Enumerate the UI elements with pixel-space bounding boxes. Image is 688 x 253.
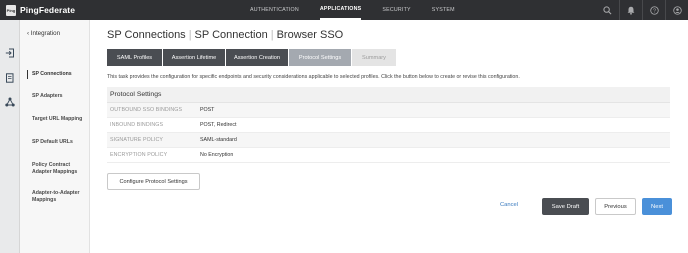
bell-icon[interactable] xyxy=(619,0,642,20)
sidebar-active-indicator xyxy=(27,70,29,79)
tab-saml-profiles[interactable]: SAML Profiles xyxy=(107,49,162,66)
network-icon[interactable] xyxy=(5,97,15,107)
breadcrumb-sp-connection[interactable]: SP Connection xyxy=(195,29,268,41)
app-name: PingFederate xyxy=(20,5,76,15)
table-title: Protocol Settings xyxy=(107,87,670,103)
breadcrumb-separator: | xyxy=(188,29,192,41)
tab-summary: Summary xyxy=(352,49,396,66)
sidebar-item-sp-default-urls[interactable]: SP Default URLs xyxy=(32,139,92,146)
row-value: SAML-standard xyxy=(200,137,237,143)
page-title: SP Connections | SP Connection | Browser SSO xyxy=(107,29,343,41)
sidebar-item-sp-connections[interactable]: SP Connections xyxy=(32,71,92,78)
table-row: OUTBOUND SSO BINDINGS POST xyxy=(107,103,670,118)
breadcrumb-separator: | xyxy=(270,29,274,41)
top-icons: ? xyxy=(596,0,688,20)
row-label: SIGNATURE POLICY xyxy=(110,137,164,143)
user-icon[interactable] xyxy=(665,0,688,20)
help-icon[interactable]: ? xyxy=(642,0,665,20)
row-value: No Encryption xyxy=(200,152,234,158)
login-icon[interactable] xyxy=(5,48,15,58)
main-content: SP Connections | SP Connection | Browser SSO… xyxy=(90,20,688,253)
nav-applications[interactable]: APPLICATIONS xyxy=(319,0,362,20)
row-label: ENCRYPTION POLICY xyxy=(110,152,168,158)
table-row: ENCRYPTION POLICY No Encryption xyxy=(107,148,670,163)
cancel-button[interactable]: Cancel xyxy=(500,202,518,208)
sidebar-item-policy-contract-adapter-mappings[interactable]: Policy Contract Adapter Mappings xyxy=(32,162,84,176)
next-button[interactable]: Next xyxy=(642,198,672,215)
sidebar-item-sp-adapters[interactable]: SP Adapters xyxy=(32,93,92,100)
main-nav: AUTHENTICATION APPLICATIONS SECURITY SYS… xyxy=(250,0,476,20)
table-row: SIGNATURE POLICY SAML-standard xyxy=(107,133,670,148)
protocol-settings-table: Protocol Settings OUTBOUND SSO BINDINGS … xyxy=(107,87,670,163)
ping-logo-mark: Ping xyxy=(6,4,16,16)
tab-assertion-lifetime[interactable]: Assertion Lifetime xyxy=(163,49,225,66)
file-icon[interactable] xyxy=(5,73,15,83)
save-draft-button[interactable]: Save Draft xyxy=(542,198,589,215)
svg-text:?: ? xyxy=(653,8,656,14)
task-description: This task provides the configuration for… xyxy=(107,74,520,80)
row-value: POST, Redirect xyxy=(200,122,237,128)
row-value: POST xyxy=(200,107,215,113)
breadcrumb-sp-connections[interactable]: SP Connections xyxy=(107,29,186,41)
sidebar-back-label: Integration xyxy=(30,30,61,37)
tab-assertion-creation[interactable]: Assertion Creation xyxy=(226,49,288,66)
icon-rail xyxy=(0,20,20,253)
sidebar-item-adapter-to-adapter-mappings[interactable]: Adapter-to-Adapter Mappings xyxy=(32,190,87,204)
nav-authentication[interactable]: AUTHENTICATION xyxy=(250,0,299,20)
tab-protocol-settings[interactable]: Protocol Settings xyxy=(289,49,351,66)
wizard-tabs: SAML Profiles Assertion Lifetime Asserti… xyxy=(107,49,397,66)
table-row: INBOUND BINDINGS POST, Redirect xyxy=(107,118,670,133)
sidebar-back-link[interactable]: ‹ Integration xyxy=(27,30,60,37)
previous-button[interactable]: Previous xyxy=(595,198,636,215)
nav-security[interactable]: SECURITY xyxy=(382,0,410,20)
nav-system[interactable]: SYSTEM xyxy=(432,0,455,20)
search-icon[interactable] xyxy=(596,0,619,20)
row-label: OUTBOUND SSO BINDINGS xyxy=(110,107,183,113)
app-logo[interactable]: Ping PingFederate xyxy=(6,0,75,20)
sidebar: ‹ Integration SP Connections SP Adapters… xyxy=(20,20,90,253)
sidebar-item-target-url-mapping[interactable]: Target URL Mapping xyxy=(32,116,92,123)
top-bar: Ping PingFederate AUTHENTICATION APPLICA… xyxy=(0,0,688,20)
configure-protocol-settings-button[interactable]: Configure Protocol Settings xyxy=(107,173,200,190)
breadcrumb-browser-sso: Browser SSO xyxy=(276,29,344,41)
row-label: INBOUND BINDINGS xyxy=(110,122,164,128)
